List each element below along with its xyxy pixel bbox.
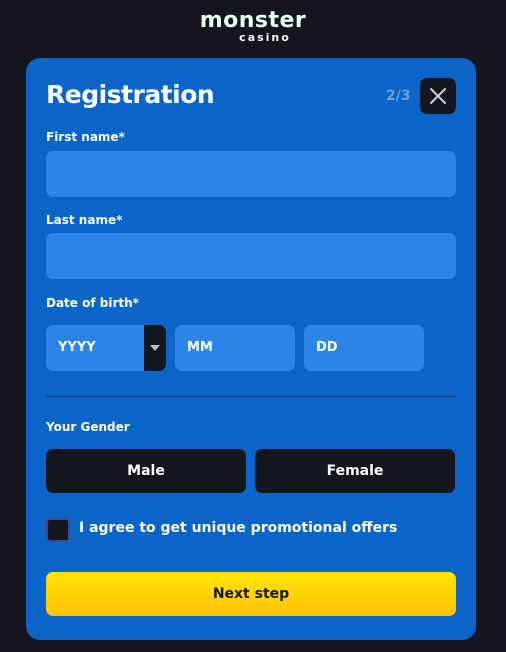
brand-logo[interactable]: monster casino <box>0 8 506 44</box>
section-divider <box>46 396 456 398</box>
dob-label: Date of birth* <box>46 296 139 310</box>
dob-year-select[interactable]: YYYY <box>46 325 166 371</box>
promo-checkbox[interactable] <box>46 518 70 542</box>
close-button[interactable] <box>420 78 456 114</box>
last-name-label: Last name* <box>46 213 123 227</box>
promo-checkbox-label[interactable]: I agree to get unique promotional offers <box>79 520 397 536</box>
dob-year-dropdown-toggle[interactable] <box>144 325 166 371</box>
next-step-button[interactable]: Next step <box>46 572 456 616</box>
logo-sub-text: casino <box>239 31 291 44</box>
registration-page: monster casino Registration 2/3 First na… <box>0 0 506 652</box>
first-name-input[interactable] <box>46 151 456 197</box>
registration-card: Registration 2/3 First name* Last name* … <box>26 58 476 640</box>
dob-day-placeholder: DD <box>316 340 338 355</box>
dob-month-field[interactable]: MM <box>175 325 295 371</box>
dob-day-field[interactable]: DD <box>304 325 424 371</box>
gender-male-button[interactable]: Male <box>46 449 246 493</box>
gender-label: Your Gender <box>46 420 130 434</box>
last-name-input[interactable] <box>46 233 456 279</box>
close-icon <box>430 88 446 104</box>
gender-female-button[interactable]: Female <box>255 449 455 493</box>
first-name-label: First name* <box>46 130 125 144</box>
dob-year-placeholder: YYYY <box>58 340 96 355</box>
form-title: Registration <box>46 80 215 109</box>
logo-main-text: monster <box>199 8 307 33</box>
step-indicator: 2/3 <box>386 88 411 104</box>
dob-month-placeholder: MM <box>187 340 213 355</box>
caret-down-icon <box>150 345 160 351</box>
